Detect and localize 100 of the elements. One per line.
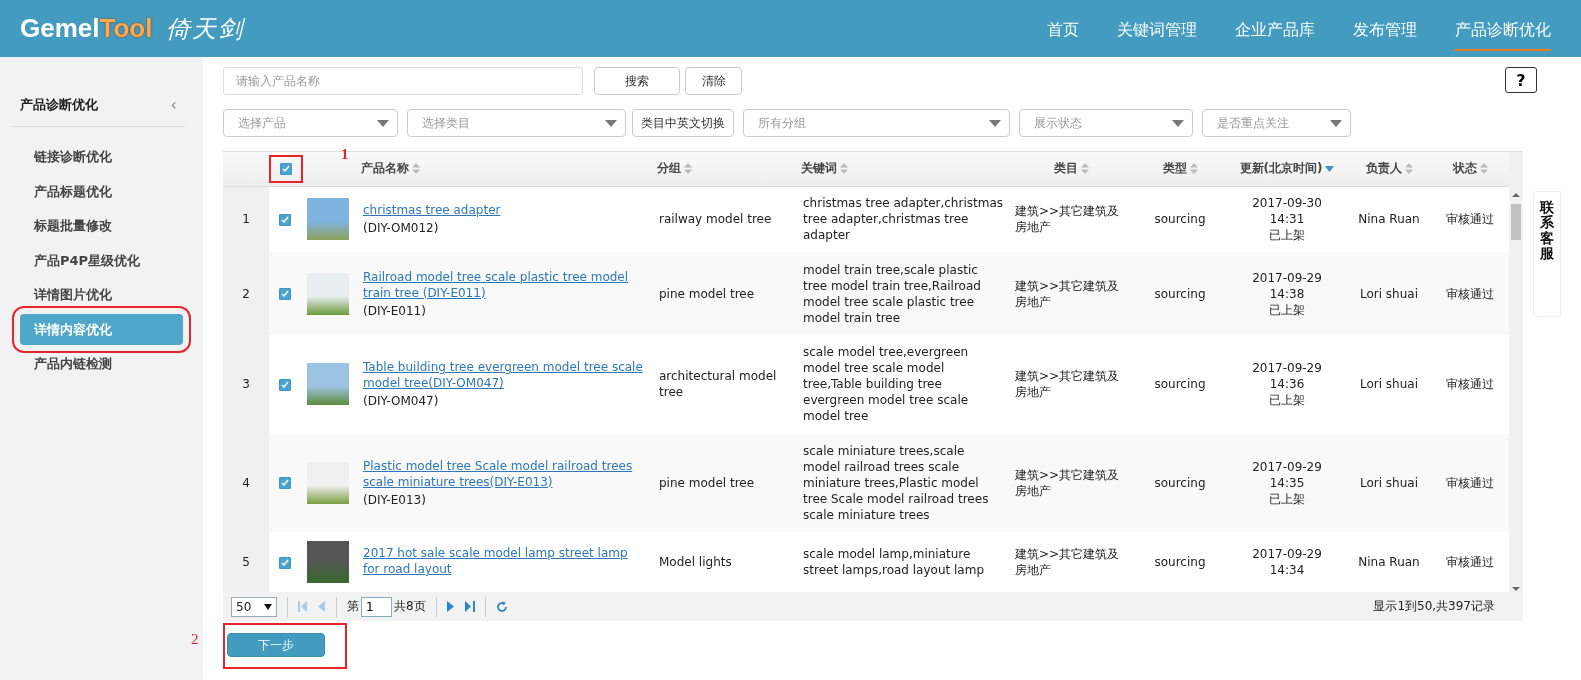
sidebar-item[interactable]: 产品内链检测 — [20, 348, 183, 379]
date-text: 2017-09-29 — [1251, 269, 1323, 286]
type-text: sourcing — [1153, 554, 1207, 571]
product-link[interactable]: 2017 hot sale scale model lamp street lamp for road layout — [363, 545, 647, 578]
type-text: sourcing — [1153, 211, 1207, 228]
keywords-text: scale model tree,evergreen model tree scale model tree,Table building tree evergreen model tree scale model tree — [803, 344, 970, 425]
column-header[interactable]: 类目 — [1053, 160, 1089, 178]
help-icon[interactable]: ? — [1505, 67, 1537, 93]
shelf-status: 已上架 — [1268, 227, 1306, 244]
status-text: 审核通过 — [1445, 285, 1495, 302]
row-checkbox[interactable] — [279, 288, 291, 301]
sidebar-item[interactable]: 链接诊断优化 — [20, 141, 183, 172]
sidebar-item[interactable]: 产品标题优化 — [20, 175, 183, 207]
product-code: (DIY-E011) — [363, 302, 427, 319]
row-number: 3 — [223, 334, 269, 434]
date-text: 2017-09-30 — [1251, 195, 1323, 212]
caret-icon — [605, 119, 617, 127]
date-text: 2017-09-29 — [1251, 458, 1323, 475]
row-number: 4 — [223, 433, 269, 533]
keywords-text: model train tree,scale plastic tree model train tree,Railroad model tree scale plastic tree model train tree — [803, 261, 982, 326]
column-header[interactable]: 关键词 — [801, 160, 848, 178]
sort-icon[interactable] — [1189, 163, 1198, 175]
caret-icon — [264, 603, 272, 610]
status-text: 审核通过 — [1445, 376, 1495, 393]
last-page-icon[interactable] — [464, 601, 475, 612]
time-text: 14:35 — [1268, 474, 1306, 491]
status-text: 审核通过 — [1445, 554, 1495, 571]
owner-text: Lori shuai — [1358, 376, 1420, 393]
product-link[interactable]: Table building tree evergreen model tree scale model tree(DIY-OM047) — [363, 359, 647, 392]
caret-icon — [1172, 119, 1184, 127]
photo-placeholder — [307, 541, 349, 584]
side-tab[interactable]: 联系客服 — [1533, 191, 1561, 317]
time-text: 14:36 — [1268, 376, 1306, 393]
clear-button[interactable]: 清除 — [685, 67, 742, 95]
column-header[interactable]: 分组 — [657, 160, 692, 178]
group-text: pine model tree — [659, 285, 756, 302]
check-icon — [280, 214, 290, 225]
category-text: 建筑>>其它建筑及房地产 — [1015, 203, 1121, 236]
row-checkbox[interactable] — [279, 213, 291, 226]
owner-text: Lori shuai — [1358, 474, 1420, 491]
caret-icon — [377, 119, 389, 127]
time-text: 14:38 — [1268, 285, 1306, 302]
check-icon — [281, 164, 291, 175]
product-link[interactable]: Plastic model tree Scale model railroad trees scale miniature trees(DIY-E013) — [363, 457, 647, 490]
owner-text: Lori shuai — [1358, 285, 1420, 302]
product-link[interactable]: christmas tree adapter — [363, 202, 647, 219]
row-checkbox[interactable] — [279, 378, 291, 391]
row-number: 2 — [223, 252, 269, 335]
sidebar-item[interactable]: 产品P4P星级优化 — [20, 244, 183, 276]
caret-icon — [989, 119, 1001, 127]
sort-icon[interactable] — [684, 163, 692, 175]
annotation-number: 1 — [341, 146, 349, 163]
sort-icon[interactable] — [1479, 163, 1488, 175]
sort-icon[interactable] — [840, 163, 848, 175]
row-number: 1 — [223, 186, 269, 253]
caret-icon — [1330, 119, 1342, 127]
shelf-status: 已上架 — [1268, 392, 1306, 409]
type-text: sourcing — [1153, 285, 1207, 302]
page-input[interactable]: 1 — [361, 596, 392, 617]
check-icon — [280, 289, 290, 300]
row-number: 5 — [223, 532, 269, 592]
product-code: (DIY-OM012) — [363, 220, 440, 237]
owner-text: Nina Ruan — [1357, 554, 1421, 571]
date-text: 2017-09-29 — [1251, 360, 1323, 377]
sort-desc-icon[interactable] — [1325, 165, 1335, 172]
category-text: 建筑>>其它建筑及房地产 — [1015, 546, 1121, 579]
category-text: 建筑>>其它建筑及房地产 — [1015, 466, 1121, 499]
product-code: (DIY-OM047) — [363, 393, 440, 410]
product-code: (DIY-E013) — [363, 491, 427, 508]
photo-placeholder — [307, 272, 349, 315]
search-button[interactable]: 搜索 — [594, 67, 680, 95]
next-page-icon[interactable] — [446, 601, 455, 612]
search-field[interactable]: 请输入产品名称 — [223, 67, 583, 95]
sidebar-item[interactable]: 详情图片优化 — [20, 279, 183, 310]
group-text: architectural model tree — [659, 368, 778, 401]
sort-icon[interactable] — [1404, 163, 1413, 175]
group-text: railway model tree — [659, 211, 773, 228]
row-checkbox[interactable] — [279, 477, 291, 490]
check-icon — [280, 557, 290, 568]
owner-text: Nina Ruan — [1357, 211, 1421, 228]
select-all-checkbox[interactable] — [280, 163, 292, 176]
check-icon — [280, 478, 290, 489]
page-total: 共8页 — [394, 598, 426, 615]
type-text: sourcing — [1153, 376, 1207, 393]
logo-text: Gemel — [20, 13, 100, 44]
keywords-text: scale miniature trees,scale model railroad trees scale miniature trees,Plastic model tree Scale model railroad trees scale miniature trees — [803, 442, 990, 523]
toggle-button[interactable]: 类目中英文切换 — [632, 109, 734, 137]
refresh-icon[interactable] — [495, 600, 508, 613]
sort-icon[interactable] — [1080, 163, 1089, 175]
product-link[interactable]: Railroad model tree scale plastic tree model train tree (DIY-E011) — [363, 268, 647, 301]
sort-icon[interactable] — [412, 163, 420, 175]
photo-placeholder — [307, 198, 349, 241]
time-text: 14:31 — [1268, 211, 1306, 228]
column-header[interactable]: 产品名称 — [361, 160, 420, 178]
sidebar-title: 产品诊断优化 — [20, 95, 98, 114]
shelf-status: 已上架 — [1268, 301, 1306, 318]
page-size-select[interactable]: 50 — [231, 596, 277, 617]
row-checkbox[interactable] — [279, 556, 291, 569]
keywords-text: scale model lamp,miniature street lamps,road layout lamp — [803, 546, 986, 579]
sidebar-item[interactable]: 标题批量修改 — [20, 210, 183, 241]
